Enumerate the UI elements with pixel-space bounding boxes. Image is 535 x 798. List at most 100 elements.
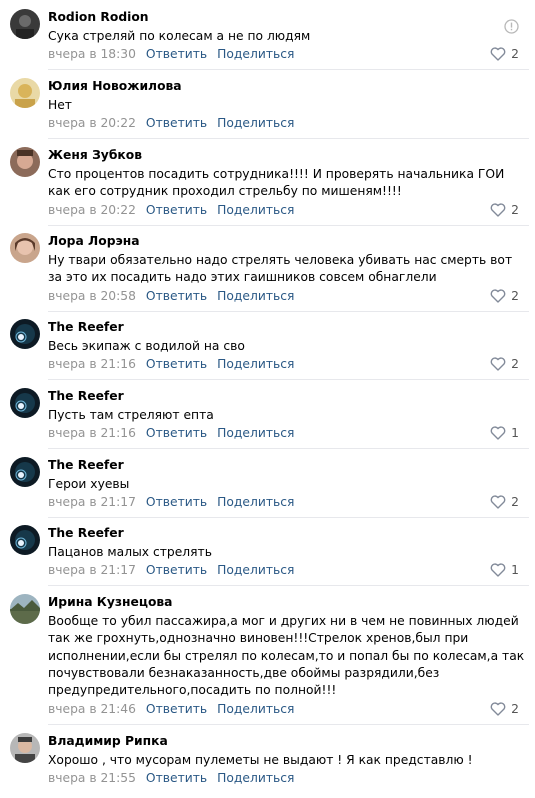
divider (48, 379, 529, 380)
comment-date[interactable]: вчера в 21:17 (48, 563, 136, 577)
like-button[interactable]: 2 (490, 289, 519, 303)
avatar[interactable] (10, 78, 40, 108)
comment-date[interactable]: вчера в 18:30 (48, 47, 136, 61)
comment-meta: вчера в 21:46 Ответить Поделиться (48, 702, 294, 716)
comment-text: Пацанов малых стрелять (48, 545, 212, 559)
reply-link[interactable]: Ответить (146, 563, 207, 577)
reply-link[interactable]: Ответить (146, 495, 207, 509)
author-name[interactable]: Владимир Рипка (48, 734, 168, 748)
comment-meta: вчера в 20:22 Ответить Поделиться (48, 116, 294, 130)
comment-date[interactable]: вчера в 20:22 (48, 116, 136, 130)
author-name[interactable]: The Reefer (48, 389, 124, 403)
author-name[interactable]: Ирина Кузнецова (48, 595, 172, 609)
comment-meta: вчера в 21:16 Ответить Поделиться (48, 357, 294, 371)
reply-link[interactable]: Ответить (146, 426, 207, 440)
divider (48, 585, 529, 586)
comment-item: Лора Лорэна Ну твари обязательно надо ст… (0, 233, 535, 312)
like-count: 2 (511, 289, 519, 303)
share-link[interactable]: Поделиться (217, 289, 294, 303)
share-link[interactable]: Поделиться (217, 702, 294, 716)
author-name[interactable]: Женя Зубков (48, 148, 142, 162)
reply-link[interactable]: Ответить (146, 357, 207, 371)
like-button[interactable]: 1 (490, 426, 519, 440)
like-button[interactable]: 2 (490, 47, 519, 61)
author-name[interactable]: Лора Лорэна (48, 234, 140, 248)
author-name[interactable]: Юлия Новожилова (48, 79, 182, 93)
avatar[interactable] (10, 319, 40, 349)
comment-meta: вчера в 20:58 Ответить Поделиться (48, 289, 294, 303)
comment-date[interactable]: вчера в 21:55 (48, 771, 136, 785)
like-count: 2 (511, 702, 519, 716)
author-name[interactable]: The Reefer (48, 458, 124, 472)
comment-meta: вчера в 21:17 Ответить Поделиться (48, 563, 294, 577)
comment-date[interactable]: вчера в 20:58 (48, 289, 136, 303)
author-name[interactable]: The Reefer (48, 320, 124, 334)
comment-item: Rodion Rodion Сука стреляй по колесам а … (0, 9, 535, 70)
comment-meta: вчера в 21:55 Ответить Поделиться (48, 771, 294, 785)
heart-icon (490, 563, 506, 577)
comment-item: The Reefer Пусть там стреляют епта вчера… (0, 388, 535, 449)
comment-text: Пусть там стреляют епта (48, 408, 214, 422)
comment-date[interactable]: вчера в 21:17 (48, 495, 136, 509)
heart-icon (490, 289, 506, 303)
comment-item: Владимир Рипка Хорошо , что мусорам пуле… (0, 733, 535, 793)
comment-date[interactable]: вчера в 21:16 (48, 357, 136, 371)
divider (48, 69, 529, 70)
share-link[interactable]: Поделиться (217, 563, 294, 577)
author-name[interactable]: Rodion Rodion (48, 10, 149, 24)
reply-link[interactable]: Ответить (146, 771, 207, 785)
heart-icon (490, 357, 506, 371)
comment-item: Женя Зубков Сто процентов посадить сотру… (0, 147, 535, 226)
share-link[interactable]: Поделиться (217, 47, 294, 61)
comment-meta: вчера в 21:16 Ответить Поделиться (48, 426, 294, 440)
reply-link[interactable]: Ответить (146, 47, 207, 61)
like-count: 2 (511, 203, 519, 217)
divider (48, 138, 529, 139)
avatar[interactable] (10, 525, 40, 555)
like-button[interactable]: 2 (490, 203, 519, 217)
comment-date[interactable]: вчера в 20:22 (48, 203, 136, 217)
divider (48, 311, 529, 312)
avatar[interactable] (10, 388, 40, 418)
comment-text: Весь экипаж с водилой на сво (48, 339, 245, 353)
comment-text: Хорошо , что мусорам пулеметы не выдают … (48, 753, 473, 767)
reply-link[interactable]: Ответить (146, 203, 207, 217)
comment-text: Вообще то убил пассажира,а мог и других … (48, 614, 525, 698)
comment-text: Ну твари обязательно надо стрелять челов… (48, 253, 513, 285)
like-count: 2 (511, 47, 519, 61)
comment-meta: вчера в 18:30 Ответить Поделиться (48, 47, 294, 61)
reply-link[interactable]: Ответить (146, 702, 207, 716)
comment-item: Юлия Новожилова Нет вчера в 20:22 Ответит… (0, 78, 535, 139)
like-count: 2 (511, 495, 519, 509)
comment-date[interactable]: вчера в 21:16 (48, 426, 136, 440)
reply-link[interactable]: Ответить (146, 116, 207, 130)
divider (48, 517, 529, 518)
avatar[interactable] (10, 147, 40, 177)
author-name[interactable]: The Reefer (48, 526, 124, 540)
reply-link[interactable]: Ответить (146, 289, 207, 303)
like-button[interactable]: 2 (490, 702, 519, 716)
heart-icon (490, 495, 506, 509)
share-link[interactable]: Поделиться (217, 357, 294, 371)
share-link[interactable]: Поделиться (217, 495, 294, 509)
share-link[interactable]: Поделиться (217, 203, 294, 217)
heart-icon (490, 702, 506, 716)
share-link[interactable]: Поделиться (217, 426, 294, 440)
comment-text: Нет (48, 98, 72, 112)
share-link[interactable]: Поделиться (217, 116, 294, 130)
heart-icon (490, 47, 506, 61)
avatar[interactable] (10, 733, 40, 763)
like-button[interactable]: 2 (490, 357, 519, 371)
comment-date[interactable]: вчера в 21:46 (48, 702, 136, 716)
avatar[interactable] (10, 457, 40, 487)
comment-item: The Reefer Герои хуевы вчера в 21:17 Отве… (0, 457, 535, 518)
divider (48, 448, 529, 449)
like-button[interactable]: 1 (490, 563, 519, 577)
heart-icon (490, 203, 506, 217)
avatar[interactable] (10, 9, 40, 39)
avatar[interactable] (10, 233, 40, 263)
comment-meta: вчера в 20:22 Ответить Поделиться (48, 203, 294, 217)
share-link[interactable]: Поделиться (217, 771, 294, 785)
avatar[interactable] (10, 594, 40, 624)
like-button[interactable]: 2 (490, 495, 519, 509)
